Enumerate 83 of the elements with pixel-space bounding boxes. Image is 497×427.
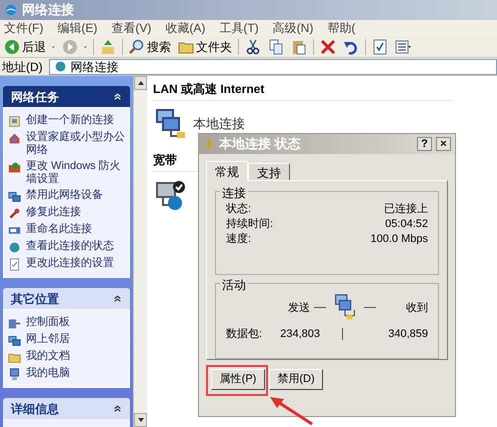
address-field[interactable]: 网络连接 bbox=[48, 58, 497, 74]
scroll-up-icon[interactable] bbox=[138, 81, 144, 85]
scroll-down-icon[interactable] bbox=[138, 418, 144, 422]
delete-icon bbox=[320, 38, 336, 54]
folders-button[interactable]: 文件夹 bbox=[176, 36, 234, 56]
globe-icon bbox=[8, 241, 21, 254]
field-value: 234,803 bbox=[279, 326, 320, 342]
group-heading: LAN 或高速 Internet bbox=[153, 82, 264, 96]
help-button[interactable]: ? bbox=[417, 137, 432, 151]
column-label: 收到 bbox=[405, 300, 428, 316]
scrollbar[interactable] bbox=[133, 76, 147, 427]
cut-icon bbox=[245, 38, 261, 54]
task-link[interactable]: 更改此连接的设置 bbox=[26, 257, 114, 270]
search-icon bbox=[129, 38, 145, 54]
wrench-icon bbox=[8, 207, 21, 220]
tab[interactable]: 常规 bbox=[206, 161, 248, 181]
field-label: 数据包: bbox=[226, 326, 264, 342]
forward-icon bbox=[62, 38, 78, 54]
task-link[interactable]: 查看此连接的状态 bbox=[26, 240, 114, 253]
panel-header[interactable]: 网络任务 bbox=[3, 86, 130, 107]
task-link[interactable]: 修复此连接 bbox=[26, 206, 81, 219]
dialog-button[interactable]: 属性(P) bbox=[211, 369, 265, 390]
dialog-title: 本地连接 状态 bbox=[219, 135, 302, 154]
views-icon bbox=[395, 38, 411, 54]
lan-connection-icon[interactable] bbox=[155, 108, 187, 140]
globe-icon bbox=[54, 60, 67, 73]
arrow bbox=[270, 397, 313, 426]
tab[interactable]: 支持 bbox=[248, 163, 290, 180]
task-link[interactable]: 网上邻居 bbox=[26, 333, 70, 346]
menu-item[interactable]: 文件(F) bbox=[4, 19, 44, 37]
dialog-button[interactable]: 禁用(D) bbox=[269, 369, 323, 390]
panel-title: 其它位置 bbox=[11, 290, 59, 308]
field-label: 状态: bbox=[226, 202, 252, 216]
menu-item[interactable]: 编辑(E) bbox=[57, 19, 98, 37]
task-link[interactable]: 禁用此网络设备 bbox=[26, 189, 103, 202]
house-icon bbox=[8, 132, 21, 145]
back-icon bbox=[4, 38, 20, 54]
menu-item[interactable]: 高级(N) bbox=[272, 19, 314, 37]
broadband-connection-icon[interactable] bbox=[155, 179, 187, 211]
menu-item[interactable]: 查看(V) bbox=[111, 19, 152, 37]
panel-title: 网络任务 bbox=[11, 88, 59, 106]
back-button[interactable]: 后退 bbox=[2, 36, 48, 56]
network-icon bbox=[8, 190, 21, 203]
address-label: 地址(D) bbox=[1, 58, 44, 76]
globe-icon bbox=[4, 3, 18, 17]
task-link[interactable]: 创建一个新的连接 bbox=[26, 114, 114, 127]
panel-title: 详细信息 bbox=[11, 400, 59, 418]
network-icon bbox=[8, 334, 21, 347]
panel-header[interactable]: 其它位置 bbox=[3, 288, 130, 309]
collapse-chevron-icon[interactable] bbox=[113, 294, 122, 303]
close-button[interactable]: × bbox=[436, 137, 451, 151]
group-heading: 宽带 bbox=[153, 153, 177, 167]
paste-icon bbox=[291, 38, 307, 54]
column-label: 发送 bbox=[287, 300, 310, 316]
folder-icon bbox=[8, 351, 21, 364]
connection-name[interactable]: 本地连接 bbox=[193, 114, 245, 134]
window-title: 网络连接 bbox=[22, 1, 74, 20]
search-button[interactable]: 搜索 bbox=[127, 36, 173, 56]
properties-icon bbox=[372, 38, 388, 54]
highlight-frame bbox=[206, 365, 268, 396]
menu-item[interactable]: 工具(T) bbox=[219, 19, 259, 37]
menu-item[interactable]: 收藏(A) bbox=[165, 19, 206, 37]
field-label: 持续时间: bbox=[226, 217, 274, 231]
field-value: 已连接上 bbox=[384, 202, 428, 216]
field-value: 340,859 bbox=[387, 326, 428, 342]
brick-wall-icon bbox=[8, 161, 21, 174]
up-folder-icon bbox=[100, 38, 116, 54]
menu-item[interactable]: 帮助( bbox=[327, 19, 356, 37]
computer-icon bbox=[8, 368, 21, 381]
copy-icon bbox=[268, 38, 284, 54]
group-label: 连接 bbox=[220, 184, 248, 202]
task-link[interactable]: 控制面板 bbox=[26, 316, 70, 329]
task-link[interactable]: 我的电脑 bbox=[26, 367, 70, 380]
field-value: 05:04:52 bbox=[385, 217, 428, 231]
task-link[interactable]: 设置家庭或小型办公网络 bbox=[26, 131, 125, 157]
panel-header[interactable]: 详细信息 bbox=[3, 398, 130, 419]
collapse-chevron-icon[interactable] bbox=[113, 404, 122, 413]
task-link[interactable]: 更改 Windows 防火墙设置 bbox=[26, 160, 125, 186]
document-icon bbox=[8, 258, 21, 271]
field-value: 100.0 Mbps bbox=[370, 232, 428, 246]
task-link[interactable]: 我的文档 bbox=[26, 350, 70, 363]
field-label: 速度: bbox=[226, 232, 252, 246]
task-link[interactable]: 重命名此连接 bbox=[26, 223, 92, 236]
